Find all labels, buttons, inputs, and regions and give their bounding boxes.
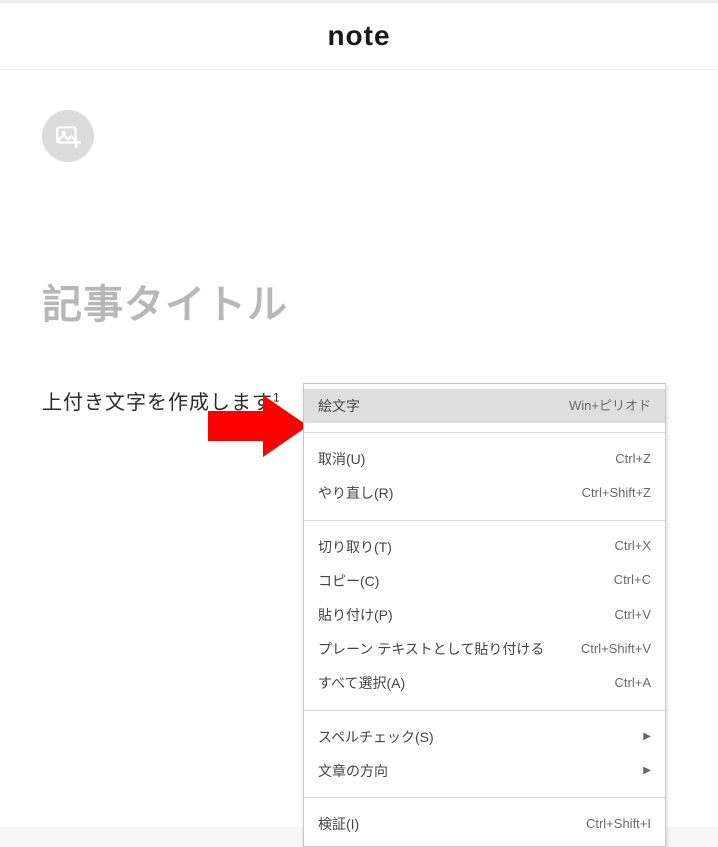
add-image-button[interactable] [42,110,94,162]
brand-logo: note [327,20,390,52]
context-menu-item-shortcut: Ctrl+Shift+V [581,641,651,658]
context-menu-item-shortcut: Ctrl+C [614,572,651,589]
context-menu-item-shortcut: Win+ピリオド [569,398,651,415]
context-menu-item[interactable]: コピー(C) Ctrl+C [304,564,665,598]
context-menu-item-label: やり直し(R) [318,484,393,502]
context-menu-item-label: すべて選択(A) [318,674,405,692]
article-title-placeholder[interactable]: 記事タイトル [42,272,676,330]
context-menu-item[interactable]: プレーン テキストとして貼り付ける Ctrl+Shift+V [304,632,665,666]
context-menu-item[interactable]: 絵文字 Win+ピリオド [304,389,665,423]
context-menu-item-label: 文章の方向 [318,762,388,780]
context-menu-item[interactable]: やり直し(R) Ctrl+Shift+Z [304,476,665,510]
context-menu-item-shortcut: Ctrl+Shift+Z [582,485,651,502]
context-menu-separator [304,432,665,433]
context-menu-item[interactable]: 検証(I) Ctrl+Shift+I [304,807,665,841]
context-menu-separator [304,797,665,798]
context-menu-item-label: 検証(I) [318,815,359,833]
context-menu-separator [304,520,665,521]
context-menu-item-label: プレーン テキストとして貼り付ける [318,640,544,658]
context-menu-item-label: 貼り付け(P) [318,606,393,624]
image-add-icon [55,123,81,149]
context-menu-item[interactable]: 貼り付け(P) Ctrl+V [304,598,665,632]
context-menu-item-label: 切り取り(T) [318,538,392,556]
context-menu-item-shortcut: Ctrl+Z [615,451,651,468]
context-menu[interactable]: 絵文字 Win+ピリオド取消(U) Ctrl+Z やり直し(R) Ctrl+Shift+… [303,383,666,847]
context-menu-item[interactable]: 切り取り(T) Ctrl+X [304,530,665,564]
context-menu-item-label: 取消(U) [318,450,365,468]
context-menu-item-shortcut: Ctrl+Shift+I [586,816,651,833]
context-menu-item[interactable]: すべて選択(A) Ctrl+A [304,666,665,700]
chevron-right-icon: ▶ [643,764,651,777]
top-bar: note [0,0,718,70]
context-menu-item[interactable]: 文章の方向 ▶ [304,754,665,788]
context-menu-item[interactable]: スペルチェック(S) ▶ [304,720,665,754]
context-menu-separator [304,710,665,711]
context-menu-item-shortcut: Ctrl+X [615,538,651,555]
annotation-arrow [208,391,308,461]
chevron-right-icon: ▶ [643,730,651,743]
context-menu-item-label: スペルチェック(S) [318,728,434,746]
context-menu-item[interactable]: 取消(U) Ctrl+Z [304,442,665,476]
context-menu-item-label: 絵文字 [318,397,360,415]
context-menu-item-label: コピー(C) [318,572,379,590]
context-menu-item-shortcut: Ctrl+V [615,607,651,624]
context-menu-item-shortcut: Ctrl+A [615,675,651,692]
